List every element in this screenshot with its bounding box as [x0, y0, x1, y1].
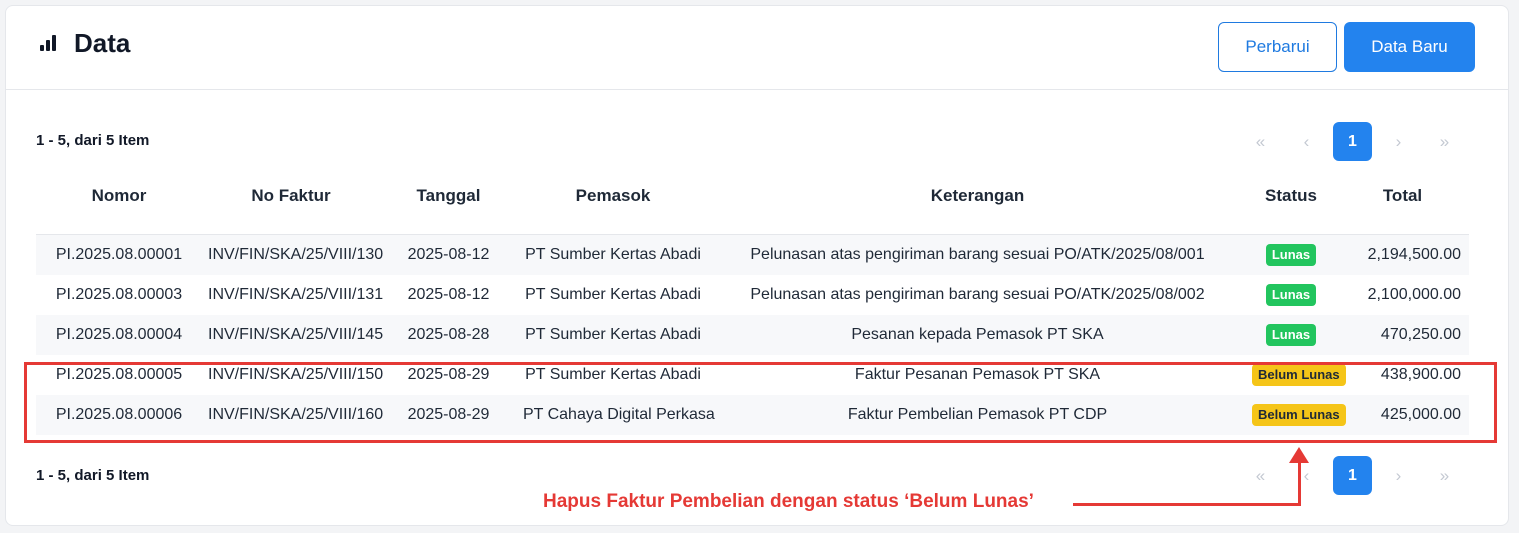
summary-top: 1 - 5, dari 5 Item — [36, 132, 150, 149]
table-row[interactable]: PI.2025.08.00006 INV/FIN/SKA/25/VIII/160… — [36, 395, 1469, 435]
status-badge: Lunas — [1265, 244, 1317, 266]
prev-page-button[interactable]: ‹ — [1287, 122, 1326, 161]
col-header-tanggal[interactable]: Tanggal — [380, 176, 517, 216]
refresh-button[interactable]: Perbarui — [1218, 22, 1337, 72]
cell-pemasok: PT Sumber Kertas Abadi — [517, 315, 709, 355]
cell-total: 2,194,500.00 — [1336, 234, 1469, 275]
summary-bottom: 1 - 5, dari 5 Item — [36, 467, 150, 484]
cell-tanggal: 2025-08-29 — [380, 355, 517, 395]
cell-total: 2,100,000.00 — [1336, 275, 1469, 315]
cell-faktur: INV/FIN/SKA/25/VIII/145 — [202, 315, 383, 355]
page-title: Data — [74, 28, 131, 58]
cell-total: 470,250.00 — [1336, 315, 1469, 355]
cell-nomor: PI.2025.08.00003 — [36, 275, 202, 315]
status-badge: Belum Lunas — [1252, 364, 1346, 386]
annotation-arrow-line — [1073, 503, 1301, 506]
cell-faktur: INV/FIN/SKA/25/VIII/130 — [202, 234, 383, 275]
last-page-button[interactable]: » — [1425, 122, 1464, 161]
cell-status: Belum Lunas — [1246, 395, 1346, 435]
cell-faktur: INV/FIN/SKA/25/VIII/131 — [202, 275, 383, 315]
bar-chart-icon — [40, 35, 56, 51]
next-page-button[interactable]: › — [1379, 456, 1418, 495]
annotation-arrow-head — [1289, 447, 1309, 463]
cell-nomor: PI.2025.08.00005 — [36, 355, 202, 395]
col-header-status[interactable]: Status — [1246, 176, 1336, 216]
cell-faktur: INV/FIN/SKA/25/VIII/160 — [202, 395, 383, 435]
pagination-bottom: « ‹ 1 › » — [1241, 456, 1471, 495]
pagination-top: « ‹ 1 › » — [1241, 122, 1471, 161]
cell-pemasok: PT Sumber Kertas Abadi — [517, 275, 709, 315]
table-row[interactable]: PI.2025.08.00004 INV/FIN/SKA/25/VIII/145… — [36, 315, 1469, 355]
cell-pemasok: PT Cahaya Digital Perkasa — [517, 395, 715, 435]
cell-faktur: INV/FIN/SKA/25/VIII/150 — [202, 355, 383, 395]
table-header-row: Nomor No Faktur Tanggal Pemasok Keterang… — [36, 176, 1469, 216]
cell-tanggal: 2025-08-29 — [380, 395, 517, 435]
first-page-button[interactable]: « — [1241, 122, 1280, 161]
table-row[interactable]: PI.2025.08.00005 INV/FIN/SKA/25/VIII/150… — [36, 355, 1469, 395]
cell-tanggal: 2025-08-12 — [380, 234, 517, 275]
invoice-table: Nomor No Faktur Tanggal Pemasok Keterang… — [36, 176, 1469, 435]
cell-keterangan: Pelunasan atas pengiriman barang sesuai … — [709, 234, 1246, 275]
page-1-button[interactable]: 1 — [1333, 456, 1372, 495]
cell-keterangan: Pelunasan atas pengiriman barang sesuai … — [709, 275, 1246, 315]
status-badge: Lunas — [1265, 324, 1317, 346]
cell-nomor: PI.2025.08.00004 — [36, 315, 202, 355]
annotation-text: Hapus Faktur Pembelian dengan status ‘Be… — [543, 491, 1034, 512]
table-row[interactable]: PI.2025.08.00001 INV/FIN/SKA/25/VIII/130… — [36, 234, 1469, 275]
page-1-button[interactable]: 1 — [1333, 122, 1372, 161]
cell-tanggal: 2025-08-12 — [380, 275, 517, 315]
cell-tanggal: 2025-08-28 — [380, 315, 517, 355]
col-header-pemasok[interactable]: Pemasok — [517, 176, 709, 216]
cell-status: Lunas — [1246, 234, 1336, 275]
col-header-nomor[interactable]: Nomor — [36, 176, 202, 216]
cell-nomor: PI.2025.08.00006 — [36, 395, 202, 435]
last-page-button[interactable]: » — [1425, 456, 1464, 495]
cell-total: 425,000.00 — [1336, 395, 1469, 435]
cell-keterangan: Faktur Pembelian Pemasok PT CDP — [709, 395, 1246, 435]
table-row[interactable]: PI.2025.08.00003 INV/FIN/SKA/25/VIII/131… — [36, 275, 1469, 315]
cell-status: Lunas — [1246, 315, 1336, 355]
status-badge: Belum Lunas — [1252, 404, 1346, 426]
cell-status: Lunas — [1246, 275, 1336, 315]
cell-pemasok: PT Sumber Kertas Abadi — [517, 234, 709, 275]
new-data-button[interactable]: Data Baru — [1344, 22, 1475, 72]
col-header-keterangan[interactable]: Keterangan — [709, 176, 1246, 216]
title-wrap: Data — [40, 28, 130, 58]
card-header: Data Perbarui Data Baru — [6, 6, 1508, 90]
cell-nomor: PI.2025.08.00001 — [36, 234, 202, 275]
next-page-button[interactable]: › — [1379, 122, 1418, 161]
status-badge: Lunas — [1265, 284, 1317, 306]
cell-status: Belum Lunas — [1246, 355, 1346, 395]
cell-total: 438,900.00 — [1336, 355, 1469, 395]
cell-keterangan: Faktur Pesanan Pemasok PT SKA — [709, 355, 1246, 395]
cell-keterangan: Pesanan kepada Pemasok PT SKA — [709, 315, 1246, 355]
first-page-button[interactable]: « — [1241, 456, 1280, 495]
col-header-total[interactable]: Total — [1336, 176, 1469, 216]
col-header-no-faktur[interactable]: No Faktur — [202, 176, 380, 216]
annotation-arrow-shaft — [1298, 460, 1301, 506]
cell-pemasok: PT Sumber Kertas Abadi — [517, 355, 709, 395]
